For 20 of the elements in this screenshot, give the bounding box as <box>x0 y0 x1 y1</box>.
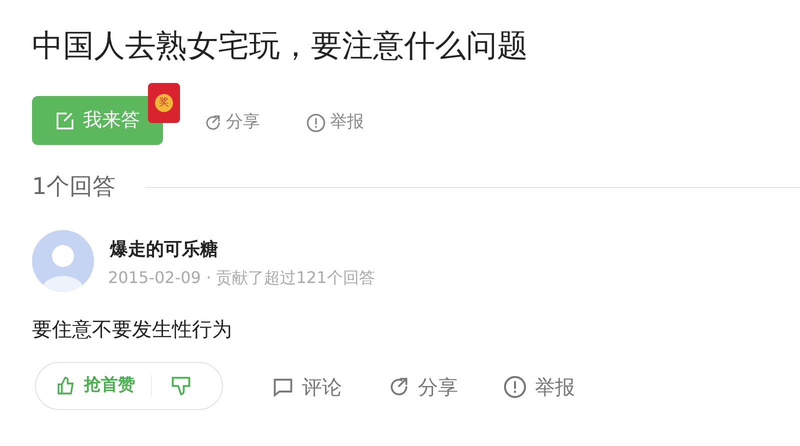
like-button[interactable]: 抢首赞 <box>36 373 151 399</box>
comment-link[interactable]: 评论 <box>272 372 342 402</box>
reward-badge-text: 奖 <box>155 94 173 112</box>
share-link[interactable]: 分享 <box>388 372 458 402</box>
answer-count: 1个回答 <box>32 173 117 202</box>
share-icon <box>388 376 410 398</box>
share-icon <box>204 114 222 132</box>
share-link[interactable]: 分享 <box>204 110 260 136</box>
report-icon <box>503 375 527 399</box>
thumbs-down-icon <box>170 375 192 397</box>
report-link[interactable]: 举报 <box>306 110 364 136</box>
comment-icon <box>272 376 294 398</box>
report-icon <box>306 112 326 133</box>
edit-icon <box>55 110 75 130</box>
author-name[interactable]: 爆走的可乐糖 <box>110 236 218 263</box>
report-link[interactable]: 举报 <box>503 372 575 402</box>
thumbs-up-icon <box>56 376 76 396</box>
answer-meta: 2015-02-09 · 贡献了超过121个回答 <box>108 267 375 289</box>
answer-text: 要住意不要发生性行为 <box>32 316 232 343</box>
question-title: 中国人去熟女宅玩，要注意什么问题 <box>32 27 528 66</box>
